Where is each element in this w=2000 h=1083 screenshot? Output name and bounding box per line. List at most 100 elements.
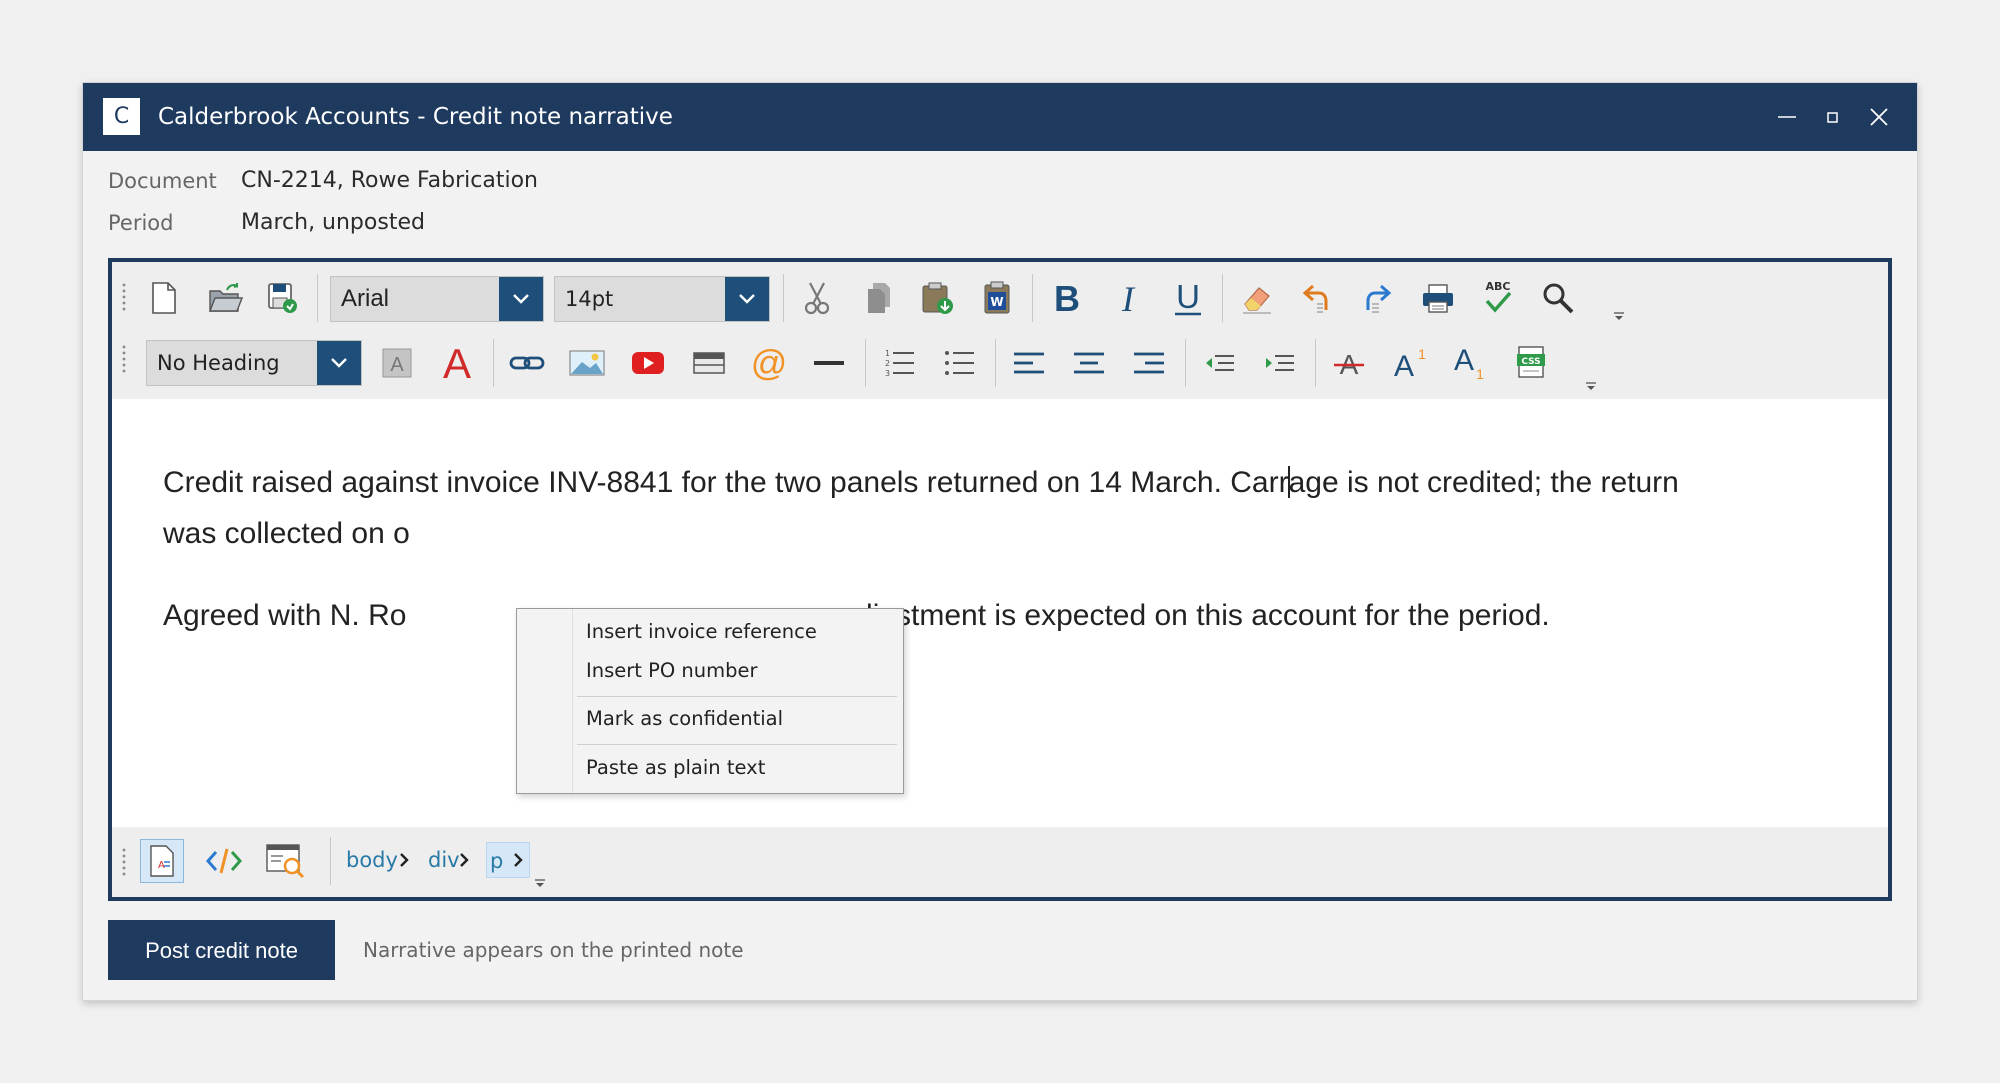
- close-icon: [1870, 108, 1888, 126]
- minimize-button[interactable]: [1770, 100, 1804, 134]
- underline-icon: U: [1175, 278, 1201, 316]
- undo-button[interactable]: [1295, 276, 1339, 320]
- unordered-list-button[interactable]: [937, 341, 981, 385]
- subscript-button[interactable]: A1: [1447, 341, 1491, 385]
- horizontal-rule-icon: [814, 361, 844, 365]
- paste-button[interactable]: [916, 276, 960, 320]
- breadcrumb-body[interactable]: body: [346, 842, 398, 878]
- svg-text:1: 1: [1418, 346, 1426, 362]
- insert-image-button[interactable]: [565, 341, 609, 385]
- new-document-icon: [152, 282, 176, 314]
- editor-content[interactable]: Credit raised against invoice INV-8841 f…: [112, 399, 1888, 827]
- ordered-list-button[interactable]: 123: [877, 341, 921, 385]
- horizontal-rule-button[interactable]: [807, 341, 851, 385]
- paste-from-word-icon: W: [984, 281, 1010, 314]
- heading-dropdown-arrow[interactable]: [317, 341, 361, 385]
- font-color-icon: A: [443, 343, 471, 383]
- redo-button[interactable]: [1355, 276, 1399, 320]
- background-color-button[interactable]: A: [375, 341, 419, 385]
- text-after-caret: age is not credited; the return: [1288, 466, 1679, 499]
- paste-from-word-button[interactable]: W: [975, 276, 1019, 320]
- save-button[interactable]: [260, 276, 304, 320]
- outdent-button[interactable]: [1197, 341, 1241, 385]
- design-view-button[interactable]: A: [140, 839, 184, 883]
- cut-button[interactable]: [795, 276, 839, 320]
- align-center-button[interactable]: [1067, 341, 1111, 385]
- code-view-button[interactable]: [202, 839, 246, 883]
- breadcrumb-div[interactable]: div: [428, 842, 460, 878]
- menu-item-insert-po-number[interactable]: Insert PO number: [574, 653, 900, 689]
- insert-video-button[interactable]: [626, 341, 670, 385]
- close-button[interactable]: [1862, 100, 1896, 134]
- indent-button[interactable]: [1257, 341, 1301, 385]
- menu-separator: [577, 696, 897, 697]
- new-document-button[interactable]: [142, 276, 186, 320]
- clear-formatting-button[interactable]: [1235, 276, 1279, 320]
- menu-item-paste-plain-text[interactable]: Paste as plain text: [574, 750, 900, 786]
- insert-table-button[interactable]: [687, 341, 731, 385]
- post-credit-note-button[interactable]: Post credit note: [108, 920, 335, 980]
- period-value: March, unposted: [241, 210, 425, 235]
- svg-text:U: U: [1176, 278, 1200, 315]
- svg-text:A: A: [1454, 344, 1474, 377]
- heading-select[interactable]: No Heading: [146, 340, 362, 386]
- superscript-button[interactable]: A1: [1387, 341, 1431, 385]
- ordered-list-icon: 123: [885, 349, 914, 378]
- maximize-button[interactable]: [1816, 100, 1850, 134]
- editor-status-bar: A body div p: [112, 827, 1888, 897]
- context-menu: Insert invoice reference Insert PO numbe…: [516, 608, 904, 794]
- design-view-icon: A: [150, 845, 174, 877]
- save-icon: [268, 283, 297, 313]
- strikethrough-button[interactable]: A: [1327, 341, 1371, 385]
- paragraph-1-line-2: was collected on o: [163, 517, 410, 550]
- font-color-button[interactable]: A: [435, 341, 479, 385]
- eraser-icon: [1243, 287, 1271, 314]
- svg-text:@: @: [751, 344, 788, 382]
- align-right-button[interactable]: [1127, 341, 1171, 385]
- svg-text:1: 1: [885, 349, 890, 358]
- svg-text:2: 2: [885, 359, 890, 368]
- insert-link-button[interactable]: [505, 341, 549, 385]
- svg-text:CSS: CSS: [1521, 357, 1540, 367]
- chevron-down-icon: [513, 294, 529, 304]
- print-button[interactable]: [1416, 276, 1460, 320]
- rich-text-editor: Arial 14pt W B I U ABC No Heading A A @ …: [108, 258, 1892, 901]
- css-icon: CSS: [1517, 346, 1545, 378]
- toolbar-grip[interactable]: [121, 344, 127, 374]
- superscript-icon: A1: [1394, 346, 1426, 381]
- font-family-dropdown-arrow[interactable]: [499, 277, 543, 321]
- status-grip[interactable]: [121, 847, 127, 877]
- footer-hint: Narrative appears on the printed note: [363, 938, 744, 962]
- status-overflow-button[interactable]: [533, 875, 547, 889]
- code-view-icon: [205, 848, 243, 874]
- align-left-icon: [1014, 352, 1044, 374]
- heading-value: No Heading: [157, 351, 280, 375]
- subscript-icon: A1: [1454, 344, 1484, 382]
- toolbar-overflow-button[interactable]: [1612, 308, 1626, 322]
- insert-email-button[interactable]: @: [747, 341, 791, 385]
- find-button[interactable]: [1536, 276, 1580, 320]
- unordered-list-icon: [945, 351, 974, 375]
- bold-button[interactable]: B: [1045, 276, 1089, 320]
- preview-button[interactable]: [264, 839, 308, 883]
- context-menu-gutter: [517, 609, 573, 793]
- menu-item-mark-confidential[interactable]: Mark as confidential: [574, 701, 900, 737]
- css-button[interactable]: CSS: [1509, 341, 1553, 385]
- spellcheck-button[interactable]: ABC: [1476, 276, 1520, 320]
- align-left-button[interactable]: [1007, 341, 1051, 385]
- copy-icon: [868, 283, 890, 313]
- toolbar-overflow-button[interactable]: [1584, 378, 1598, 392]
- menu-item-insert-invoice-reference[interactable]: Insert invoice reference: [574, 614, 900, 650]
- svg-text:W: W: [990, 295, 1003, 309]
- copy-button[interactable]: [857, 276, 901, 320]
- italic-button[interactable]: I: [1106, 276, 1150, 320]
- underline-button[interactable]: U: [1166, 276, 1210, 320]
- toolbar-grip[interactable]: [121, 282, 127, 312]
- font-size-select[interactable]: 14pt: [554, 276, 770, 322]
- app-icon: C: [103, 98, 140, 135]
- video-icon: [632, 352, 664, 374]
- email-icon: @: [751, 344, 788, 382]
- open-button[interactable]: [203, 276, 247, 320]
- font-family-select[interactable]: Arial: [330, 276, 544, 322]
- font-size-dropdown-arrow[interactable]: [725, 277, 769, 321]
